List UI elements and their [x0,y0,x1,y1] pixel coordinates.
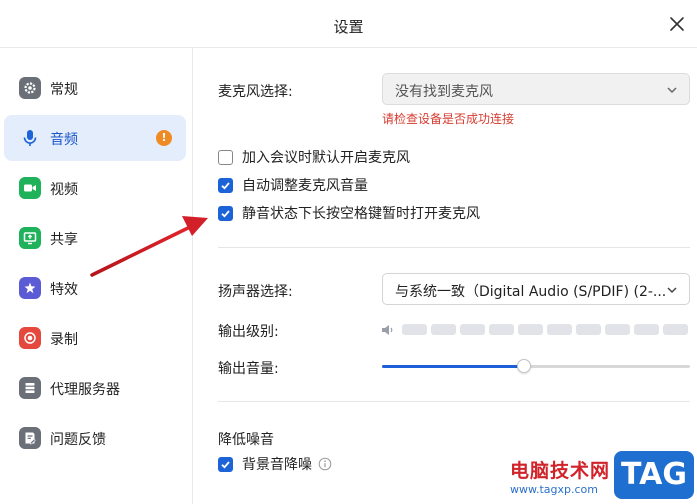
level-segment [547,324,572,335]
checkbox-box[interactable] [218,456,233,472]
alert-badge: ! [156,130,172,146]
sidebar-item-label: 录制 [50,332,78,348]
sidebar-item-audio[interactable]: 音频 ! [4,115,186,161]
checkbox-box[interactable] [218,149,233,165]
sidebar-item-label: 视频 [50,182,78,198]
feedback-icon [19,427,41,449]
screen-share-icon [19,227,41,249]
speaker-select-value: 与系统一致（Digital Audio (S/PDIF) (2-... [395,284,667,300]
video-camera-icon [19,177,41,199]
sidebar-item-label: 代理服务器 [50,382,120,398]
chevron-down-icon [667,287,677,294]
sidebar-item-label: 问题反馈 [50,432,106,448]
output-level-label: 输出级别: [218,324,279,340]
level-segment [431,324,456,335]
info-icon[interactable] [318,457,332,471]
level-segment [460,324,485,335]
audio-settings-panel: 麦克风选择: 没有找到麦克风 请检查设备是否成功连接 加入会议时默认开启麦克风 … [194,48,697,504]
background-noise-reduction-checkbox[interactable]: 背景音降噪 [218,454,332,474]
slider-thumb[interactable] [517,359,531,373]
mic-select-value: 没有找到麦克风 [395,84,493,100]
level-segment [663,324,688,335]
speaker-select-label: 扬声器选择: [218,284,293,300]
record-icon [19,327,41,349]
window-title: 设置 [333,18,364,36]
output-volume-slider[interactable] [382,365,690,368]
push-to-talk-space-checkbox[interactable]: 静音状态下长按空格键暂时打开麦克风 [218,203,480,223]
sidebar-item-video[interactable]: 视频 [4,165,186,211]
check-icon [221,181,230,190]
sidebar-item-effects[interactable]: 特效 [4,265,186,311]
title-bar: 设置 [0,0,697,48]
sidebar-item-general[interactable]: 常规 [4,65,186,111]
gear-icon [19,77,41,99]
sidebar-item-label: 共享 [50,232,78,248]
sidebar-item-label: 音频 [50,132,78,148]
checkbox-label: 静音状态下长按空格键暂时打开麦克风 [242,206,480,222]
microphone-icon [19,127,41,149]
watermark-url: www.tagxp.com [510,483,598,496]
sidebar-item-share[interactable]: 共享 [4,215,186,261]
list-icon [19,377,41,399]
mic-warning-text: 请检查设备是否成功连接 [382,112,515,126]
auto-adjust-mic-volume-checkbox[interactable]: 自动调整麦克风音量 [218,175,368,195]
sidebar-item-label: 特效 [50,282,78,298]
effects-star-icon [19,277,41,299]
level-segment [634,324,659,335]
sidebar-item-proxy[interactable]: 代理服务器 [4,365,186,411]
auto-mic-on-join-checkbox[interactable]: 加入会议时默认开启麦克风 [218,147,410,167]
sidebar-item-record[interactable]: 录制 [4,315,186,361]
mic-select[interactable]: 没有找到麦克风 [382,73,690,105]
level-segment [489,324,514,335]
close-icon[interactable] [667,14,687,34]
level-segment [402,324,427,335]
chevron-down-icon [667,87,677,94]
watermark-text: 电脑技术网 [510,460,611,482]
checkbox-box[interactable] [218,177,233,193]
check-icon [221,209,230,218]
level-segment [576,324,601,335]
checkbox-label: 自动调整麦克风音量 [242,178,368,194]
watermark-logo: TAG [614,451,694,499]
speaker-select[interactable]: 与系统一致（Digital Audio (S/PDIF) (2-... [382,273,690,305]
check-icon [221,460,230,469]
output-volume-label: 输出音量: [218,361,279,377]
checkbox-label: 加入会议时默认开启麦克风 [242,150,410,166]
mic-select-label: 麦克风选择: [218,84,293,100]
level-segment [518,324,543,335]
speaker-icon [382,325,393,335]
level-segment [605,324,630,335]
section-divider [218,247,690,248]
noise-reduction-title: 降低噪音 [218,432,274,448]
checkbox-box[interactable] [218,205,233,221]
settings-sidebar: 常规 音频 ! 视频 共享 特效 录制 代理服务器 问题反馈 [0,48,193,504]
checkbox-label: 背景音降噪 [242,457,312,473]
sidebar-item-feedback[interactable]: 问题反馈 [4,415,186,461]
section-divider [218,401,690,402]
slider-fill [382,365,524,368]
sidebar-item-label: 常规 [50,82,78,98]
